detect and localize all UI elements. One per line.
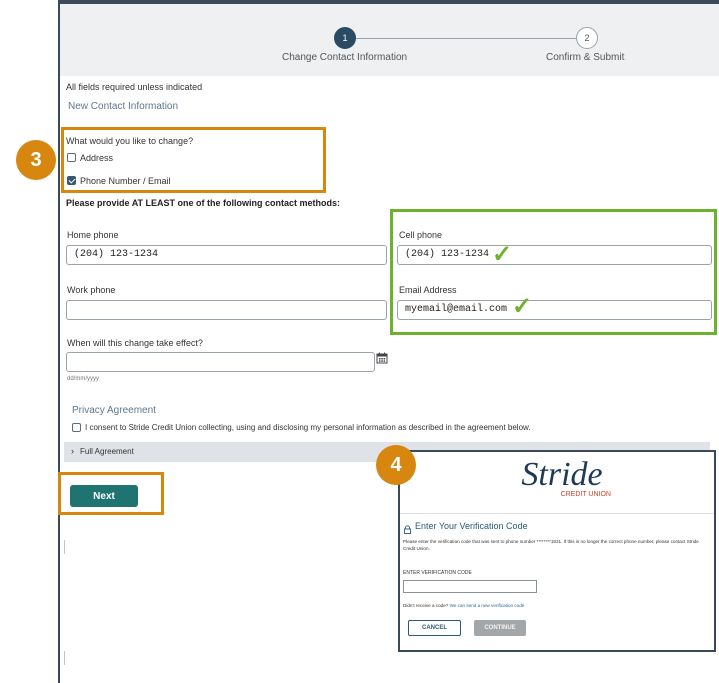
date-format-hint: dd/mm/yyyy bbox=[67, 376, 100, 382]
verification-popup: Stride CREDIT UNION Enter Your Verificat… bbox=[398, 450, 716, 652]
privacy-title: Privacy Agreement bbox=[72, 405, 156, 416]
popup-title: Enter Your Verification Code bbox=[415, 521, 528, 531]
divider-mark bbox=[64, 651, 65, 665]
privacy-consent-label[interactable]: I consent to Stride Credit Union collect… bbox=[85, 423, 531, 432]
step-badge-3: 3 bbox=[16, 140, 56, 180]
step-1-label: Change Contact Information bbox=[282, 52, 408, 63]
popup-instructions: Please enter the verification code that … bbox=[403, 539, 699, 551]
lock-icon bbox=[403, 521, 412, 534]
section-title: New Contact Information bbox=[68, 101, 179, 112]
step-connector bbox=[356, 38, 580, 39]
step-1-indicator: 1 bbox=[334, 27, 356, 49]
resend-prompt: Didn't receive a code? We can send a new… bbox=[403, 603, 524, 608]
highlight-box-contact-fields bbox=[390, 209, 717, 335]
stride-logo: Stride CREDIT UNION bbox=[521, 456, 611, 498]
resend-prefix: Didn't receive a code? bbox=[403, 603, 449, 608]
full-agreement-label: Full Agreement bbox=[80, 447, 134, 456]
privacy-consent-checkbox[interactable] bbox=[72, 423, 81, 432]
resend-code-link[interactable]: We can send a new verification code bbox=[450, 603, 525, 608]
home-phone-label: Home phone bbox=[67, 230, 119, 240]
continue-button[interactable]: CONTINUE bbox=[474, 620, 526, 636]
svg-text:Stride: Stride bbox=[521, 456, 602, 493]
step-2-label: Confirm & Submit bbox=[546, 52, 625, 63]
highlight-box-next bbox=[58, 472, 164, 515]
svg-text:CREDIT UNION: CREDIT UNION bbox=[561, 491, 611, 498]
work-phone-label: Work phone bbox=[67, 285, 116, 295]
progress-stepper: 1 Change Contact Information 2 Confirm &… bbox=[60, 4, 719, 76]
contact-methods-heading: Please provide AT LEAST one of the follo… bbox=[66, 198, 341, 208]
highlight-box-change-options bbox=[61, 127, 326, 193]
chevron-right-icon: › bbox=[71, 446, 74, 456]
divider-mark bbox=[64, 540, 65, 554]
code-label: ENTER VERIFICATION CODE bbox=[403, 570, 472, 576]
work-phone-field[interactable] bbox=[66, 300, 387, 320]
effective-date-field[interactable] bbox=[66, 352, 375, 372]
cancel-button[interactable]: CANCEL bbox=[408, 620, 461, 636]
required-note: All fields required unless indicated bbox=[66, 82, 203, 92]
verification-code-input[interactable] bbox=[403, 580, 537, 593]
popup-separator bbox=[400, 513, 714, 514]
step-badge-4: 4 bbox=[376, 445, 416, 485]
home-phone-field[interactable]: (204) 123-1234 bbox=[66, 245, 387, 265]
calendar-icon[interactable] bbox=[376, 351, 388, 364]
effective-date-label: When will this change take effect? bbox=[67, 338, 203, 348]
step-2-indicator: 2 bbox=[576, 27, 598, 49]
